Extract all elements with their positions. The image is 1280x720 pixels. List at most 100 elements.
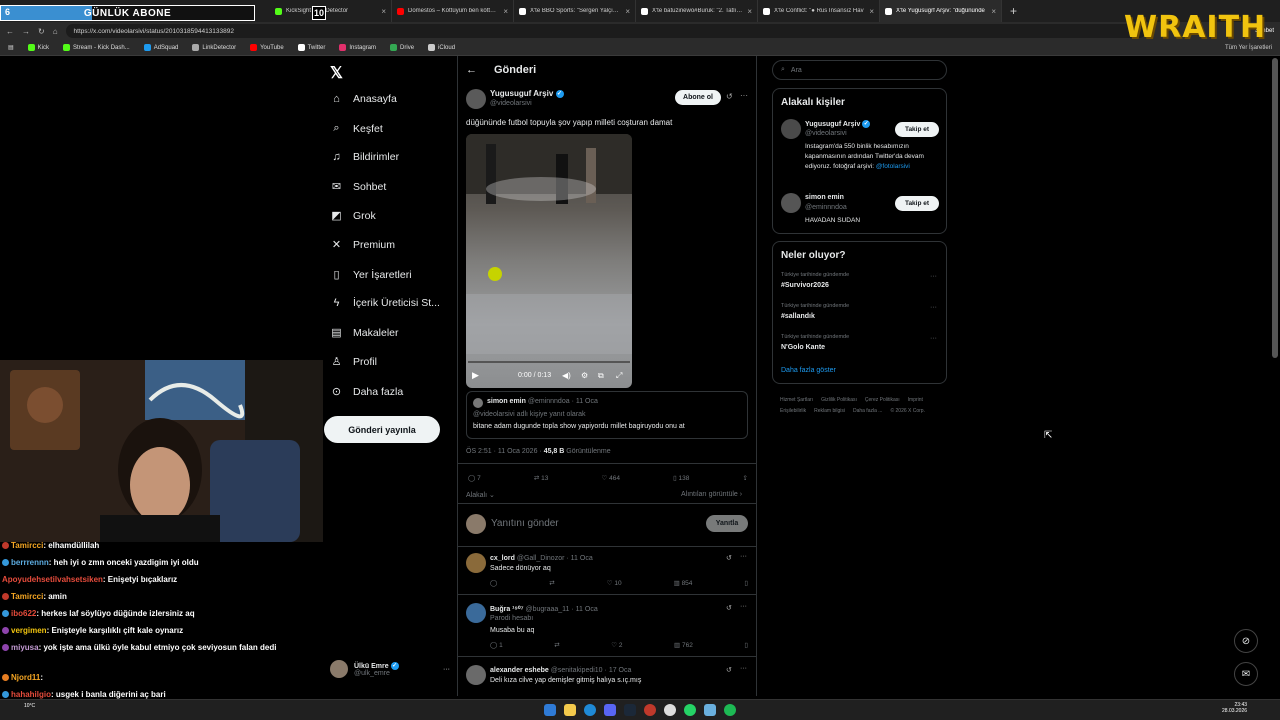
more-icon[interactable]: ··· bbox=[740, 665, 747, 672]
bookmark-item[interactable]: AdSquad bbox=[143, 44, 178, 51]
views-icon[interactable]: ▥ 854 bbox=[674, 579, 693, 587]
x-logo-icon[interactable]: 𝕏 bbox=[330, 63, 343, 83]
close-tab-icon[interactable]: × bbox=[869, 7, 874, 16]
avatar[interactable] bbox=[466, 553, 486, 573]
reply-author[interactable]: alexander eshebe bbox=[490, 667, 549, 674]
close-tab-icon[interactable]: × bbox=[381, 7, 386, 16]
like-icon[interactable]: ♡ 464 bbox=[602, 474, 621, 482]
play-icon[interactable]: ▶ bbox=[472, 370, 479, 381]
app-icon[interactable] bbox=[644, 704, 656, 716]
bookmark-icon[interactable]: ▯ bbox=[744, 579, 748, 587]
repost-icon[interactable]: ⇄ bbox=[554, 641, 559, 649]
grok-icon[interactable]: ↺ bbox=[726, 604, 732, 612]
avatar[interactable] bbox=[781, 119, 801, 139]
trend-name[interactable]: #sallandık bbox=[781, 313, 815, 320]
footer-link[interactable]: Erişilebilirlik bbox=[780, 406, 806, 417]
reply-handle[interactable]: @Gall_Dinozor bbox=[517, 555, 565, 562]
avatar[interactable] bbox=[466, 665, 486, 685]
more-icon[interactable]: ··· bbox=[930, 273, 937, 280]
fullscreen-icon[interactable]: ⤢ bbox=[616, 371, 622, 381]
bookmark-item[interactable]: iCloud bbox=[428, 44, 455, 51]
more-icon[interactable]: ··· bbox=[930, 335, 937, 342]
like-icon[interactable]: ♡ 2 bbox=[611, 641, 622, 649]
browser-tab[interactable]: X'te Yugusugrf Arşiv: "düğününde × bbox=[880, 0, 1002, 22]
back-arrow-icon[interactable]: ← bbox=[466, 64, 477, 76]
reply-icon[interactable]: ◯ 1 bbox=[490, 641, 503, 649]
close-tab-icon[interactable]: × bbox=[625, 7, 630, 16]
nav-item-makaleler[interactable]: ▤ Makaleler bbox=[330, 326, 398, 340]
nav-item-yer-i-şaretleri[interactable]: ▯ Yer İşaretleri bbox=[330, 268, 411, 282]
nav-item-keşfet[interactable]: ⌕ Keşfet bbox=[330, 122, 382, 135]
pip-icon[interactable]: ⧉ bbox=[598, 371, 604, 381]
browser-tab[interactable]: Domestos – Köttüyüm ben köttüyü × bbox=[392, 0, 514, 22]
reply-button[interactable]: Yanıtla bbox=[706, 515, 748, 532]
post-video[interactable]: ▶ 0:00 / 0:13 ◀) ⚙ ⧉ ⤢ bbox=[466, 134, 632, 388]
forward-icon[interactable]: → bbox=[22, 27, 30, 36]
account-switcher[interactable]: Ülkü Emre ✓ @ulk_emre ··· bbox=[330, 660, 450, 678]
reload-icon[interactable]: ↻ bbox=[38, 27, 45, 36]
like-icon[interactable]: ♡ 10 bbox=[607, 579, 622, 587]
follow-button[interactable]: Takip et bbox=[895, 196, 939, 211]
view-quotes-link[interactable]: Alıntıları görüntüle › bbox=[681, 491, 742, 498]
close-tab-icon[interactable]: × bbox=[991, 7, 996, 16]
app-icon[interactable] bbox=[704, 704, 716, 716]
settings-icon[interactable]: ⚙ bbox=[581, 371, 588, 380]
all-bookmarks[interactable]: Tüm Yer İşaretleri bbox=[1225, 45, 1272, 51]
author-name[interactable]: Yugusuguf Arşiv ✓ bbox=[490, 89, 564, 98]
obs-icon[interactable] bbox=[664, 704, 676, 716]
reply-icon[interactable]: ◯ bbox=[490, 579, 497, 587]
footer-link[interactable]: Çerez Politikası bbox=[865, 395, 900, 406]
trend-name[interactable]: N'Golo Kante bbox=[781, 344, 825, 351]
grok-icon[interactable]: ↺ bbox=[726, 554, 732, 562]
footer-link[interactable]: Reklam bilgisi bbox=[814, 406, 845, 417]
search-input[interactable]: ⌕ Ara bbox=[772, 60, 947, 80]
whatsapp-icon[interactable] bbox=[684, 704, 696, 716]
reply-author[interactable]: Buğra ¹⁹⁰⁷ bbox=[490, 606, 524, 613]
new-tab-icon[interactable]: + bbox=[1010, 4, 1017, 18]
start-icon[interactable] bbox=[544, 704, 556, 716]
avatar[interactable] bbox=[466, 603, 486, 623]
footer-link[interactable]: Gizlilik Politikası bbox=[821, 395, 857, 406]
edge-icon[interactable] bbox=[584, 704, 596, 716]
more-icon[interactable]: ··· bbox=[740, 91, 748, 100]
repost-icon[interactable]: ⇄ 13 bbox=[534, 474, 549, 482]
bookmark-icon[interactable]: ▯ bbox=[744, 641, 748, 649]
back-icon[interactable]: ← bbox=[6, 27, 14, 36]
grok-float-icon[interactable]: ⊘ bbox=[1234, 629, 1258, 653]
reply-icon[interactable]: ◯ 7 bbox=[468, 474, 481, 482]
person-name[interactable]: Yugusuguf Arşiv ✓ bbox=[805, 120, 871, 128]
bookmark-item[interactable]: Drive bbox=[390, 44, 414, 51]
author-avatar[interactable] bbox=[466, 89, 486, 109]
nav-item-daha-fazla[interactable]: ⊙ Daha fazla bbox=[330, 385, 403, 399]
reply-handle[interactable]: @bugraaa_11 bbox=[525, 606, 569, 613]
views-icon[interactable]: ▥ 762 bbox=[674, 641, 693, 649]
explorer-icon[interactable] bbox=[564, 704, 576, 716]
nav-item-anasayfa[interactable]: ⌂ Anasayfa bbox=[330, 93, 397, 105]
grok-icon[interactable]: ↺ bbox=[726, 666, 732, 674]
bookmark-item[interactable]: YouTube bbox=[250, 44, 284, 51]
steam-icon[interactable] bbox=[624, 704, 636, 716]
avatar[interactable] bbox=[781, 193, 801, 213]
discord-icon[interactable] bbox=[604, 704, 616, 716]
spotify-icon[interactable] bbox=[724, 704, 736, 716]
reply-handle[interactable]: @senitakipedi10 bbox=[551, 667, 603, 674]
post-button[interactable]: Gönderi yayınla bbox=[324, 416, 440, 443]
repost-icon[interactable]: ⇄ bbox=[549, 579, 554, 587]
bookmark-icon[interactable]: ▯ 138 bbox=[673, 474, 689, 482]
close-tab-icon[interactable]: × bbox=[747, 7, 752, 16]
messages-float-icon[interactable]: ✉ bbox=[1234, 662, 1258, 686]
subscribe-button[interactable]: Abone ol bbox=[675, 90, 721, 105]
bookmark-item[interactable]: Instagram bbox=[339, 44, 376, 51]
bookmark-item[interactable]: Kick bbox=[27, 44, 49, 51]
bookmark-item[interactable]: LinkDetector bbox=[192, 44, 236, 51]
person-name[interactable]: simon emin bbox=[805, 194, 844, 201]
nav-item-i-çerik-üreticisi-st[interactable]: ϟ İçerik Üreticisi St... bbox=[330, 297, 440, 309]
volume-icon[interactable]: ◀) bbox=[562, 371, 571, 380]
browser-tab[interactable]: X'te batuzinewo#Buruk: "2. Tatlı altı × bbox=[636, 0, 758, 22]
share-icon[interactable]: ⇪ bbox=[743, 474, 748, 482]
nav-item-sohbet[interactable]: ✉ Sohbet bbox=[330, 180, 386, 194]
bookmark-item[interactable]: Stream - Kick Dash... bbox=[63, 44, 130, 51]
reply-author[interactable]: cx_lord bbox=[490, 555, 515, 562]
home-icon[interactable]: ⌂ bbox=[53, 27, 58, 36]
browser-tab[interactable]: X'te Conflict: "● Rus İnsansız Hav × bbox=[758, 0, 880, 22]
